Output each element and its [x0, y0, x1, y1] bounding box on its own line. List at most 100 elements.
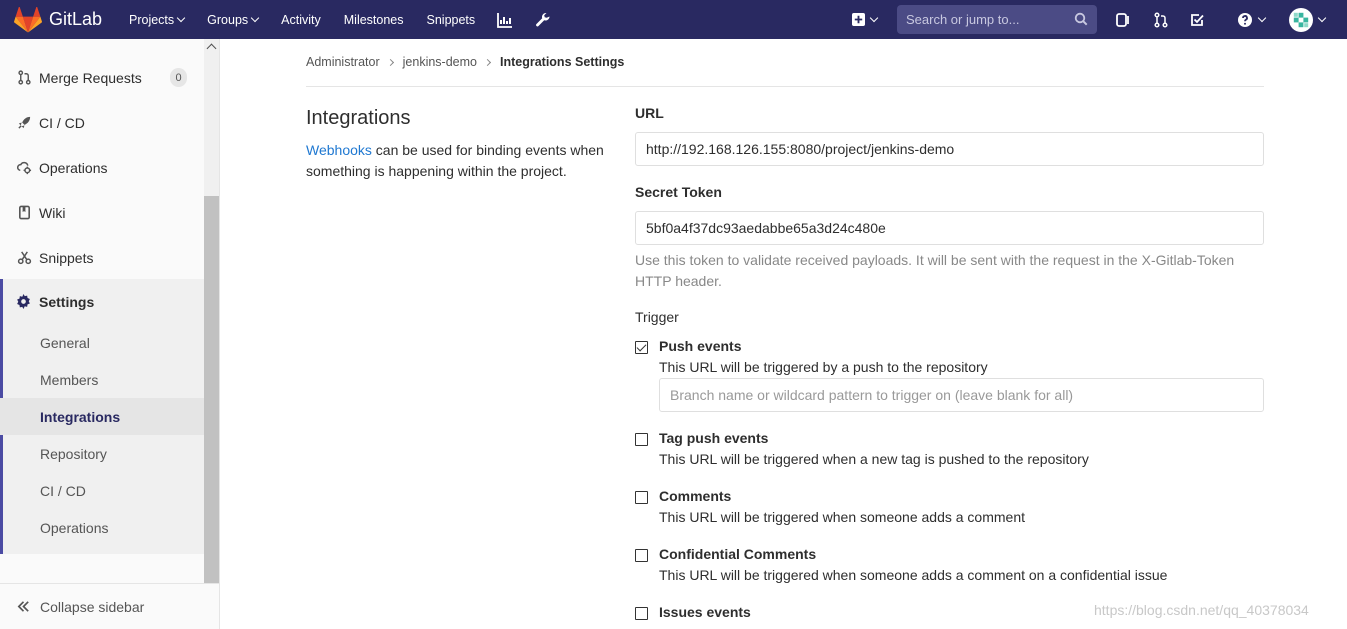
breadcrumb-label: jenkins-demo [402, 55, 477, 69]
trigger-label: Trigger [635, 309, 679, 325]
sidebar-subitem-repository[interactable]: Repository [0, 435, 204, 472]
sidebar-item-operations[interactable]: Operations [0, 145, 204, 190]
confidential-comments-desc: This URL will be triggered when someone … [659, 567, 1168, 583]
nav-projects[interactable]: Projects [117, 0, 195, 39]
nav-projects-label: Projects [129, 12, 175, 27]
sidebar-item-label: Wiki [39, 204, 66, 221]
breadcrumb-project[interactable]: jenkins-demo [403, 55, 500, 69]
double-chevron-left-icon [16, 599, 32, 615]
gear-icon [16, 294, 32, 310]
todo-check-icon [1191, 13, 1204, 26]
book-icon [16, 205, 32, 221]
chevron-down-icon [250, 13, 260, 22]
sidebar-item-settings[interactable]: Settings [16, 279, 94, 324]
scroll-up-arrow-icon[interactable] [206, 43, 217, 54]
todos-nav-button[interactable] [1179, 0, 1215, 39]
chevron-right-icon [386, 58, 394, 66]
brand-name: GitLab [49, 9, 103, 29]
merge-requests-count-badge: 0 [170, 68, 187, 87]
push-events-desc: This URL will be triggered by a push to … [659, 359, 988, 375]
collapse-sidebar-label: Collapse sidebar [40, 598, 145, 615]
push-events-title: Push events [659, 338, 742, 354]
tag-push-events-checkbox[interactable] [635, 433, 648, 446]
question-circle-icon [1238, 12, 1252, 27]
scissors-icon [16, 250, 32, 266]
sidebar-item-label: CI / CD [39, 114, 85, 131]
comments-title: Comments [659, 488, 732, 504]
confidential-comments-checkbox[interactable] [635, 549, 648, 562]
sidebar-settings-group: Settings General Members Integrations Re… [0, 279, 204, 554]
chevron-down-icon [869, 13, 878, 22]
breadcrumb-administrator[interactable]: Administrator [306, 55, 403, 69]
search-input[interactable] [897, 12, 1067, 27]
secret-token-input[interactable] [635, 211, 1264, 245]
sidebar-item-merge-requests[interactable]: Merge Requests 0 [0, 55, 204, 100]
sidebar-subitem-operations[interactable]: Operations [0, 509, 204, 546]
sidebar-item-wiki[interactable]: Wiki [0, 190, 204, 235]
sidebar-subitem-members[interactable]: Members [0, 361, 204, 398]
tag-push-events-title: Tag push events [659, 430, 769, 446]
page-description: Webhooks can be used for binding events … [306, 140, 606, 182]
avatar [1289, 7, 1313, 32]
chart-icon[interactable] [486, 0, 524, 39]
sidebar-item-label: Merge Requests [39, 69, 142, 86]
cloud-gear-icon [16, 160, 32, 176]
merge-request-icon [1154, 11, 1168, 28]
plus-square-icon [851, 13, 865, 26]
nav-groups-label: Groups [207, 12, 249, 27]
user-menu-button[interactable] [1283, 0, 1331, 39]
gitlab-logo-icon [14, 6, 42, 32]
project-sidebar: Merge Requests 0 CI / CD Operations Wiki… [0, 39, 220, 629]
sidebar-settings-label: Settings [39, 293, 95, 310]
wrench-icon[interactable] [524, 0, 562, 39]
collapse-sidebar-button[interactable]: Collapse sidebar [0, 583, 219, 629]
merge-request-icon [16, 70, 32, 86]
new-item-button[interactable] [840, 0, 888, 39]
sidebar-subitem-ci-cd[interactable]: CI / CD [0, 472, 204, 509]
merge-requests-nav-button[interactable] [1143, 0, 1179, 39]
chevron-down-icon [1317, 13, 1327, 22]
tag-push-events-desc: This URL will be triggered when a new ta… [659, 451, 1089, 467]
sidebar-item-ci-cd[interactable]: CI / CD [0, 100, 204, 145]
push-events-checkbox[interactable] [635, 341, 648, 354]
nav-groups[interactable]: Groups [195, 0, 269, 39]
breadcrumb: Administrator jenkins-demo Integrations … [306, 55, 1264, 87]
scrollbar-thumb[interactable] [204, 196, 219, 583]
sidebar-subitem-integrations[interactable]: Integrations [0, 398, 204, 435]
search-box[interactable] [897, 5, 1097, 34]
sidebar-subitem-general[interactable]: General [0, 324, 204, 361]
issues-nav-button[interactable] [1105, 0, 1141, 39]
nav-milestones[interactable]: Milestones [332, 0, 415, 39]
page-title: Integrations [306, 107, 411, 129]
url-input[interactable] [635, 132, 1264, 166]
comments-checkbox[interactable] [635, 491, 648, 504]
webhooks-link[interactable]: Webhooks [306, 142, 372, 158]
breadcrumb-label: Administrator [306, 55, 380, 69]
search-icon [1074, 12, 1088, 26]
breadcrumb-current[interactable]: Integrations Settings [500, 55, 624, 69]
gitlab-home-link[interactable]: GitLab [14, 6, 117, 33]
chevron-down-icon [1257, 13, 1267, 22]
sidebar-item-label: Snippets [39, 249, 94, 266]
confidential-comments-title: Confidential Comments [659, 546, 817, 562]
secret-token-label: Secret Token [635, 184, 722, 200]
top-navbar: GitLab Projects Groups Activity Mileston… [0, 0, 1347, 39]
issues-icon [1116, 12, 1129, 27]
watermark: https://blog.csdn.net/qq_40378034 [1094, 602, 1309, 618]
issues-events-title: Issues events [659, 604, 751, 620]
chevron-right-icon [483, 58, 492, 66]
rocket-icon [16, 115, 32, 131]
sidebar-scrollbar[interactable] [204, 39, 219, 583]
nav-snippets[interactable]: Snippets [415, 0, 487, 39]
url-label: URL [635, 105, 664, 121]
nav-activity[interactable]: Activity [269, 0, 332, 39]
comments-desc: This URL will be triggered when someone … [659, 509, 1025, 525]
branch-filter-input[interactable] [659, 378, 1264, 412]
sidebar-item-snippets[interactable]: Snippets [0, 235, 204, 280]
help-menu-button[interactable] [1227, 0, 1275, 39]
integrations-intro: Integrations Webhooks can be used for bi… [306, 105, 606, 182]
issues-events-checkbox[interactable] [635, 607, 648, 620]
chevron-down-icon [176, 13, 186, 22]
secret-token-help: Use this token to validate received payl… [635, 252, 1235, 289]
sidebar-item-label: Operations [39, 159, 108, 176]
